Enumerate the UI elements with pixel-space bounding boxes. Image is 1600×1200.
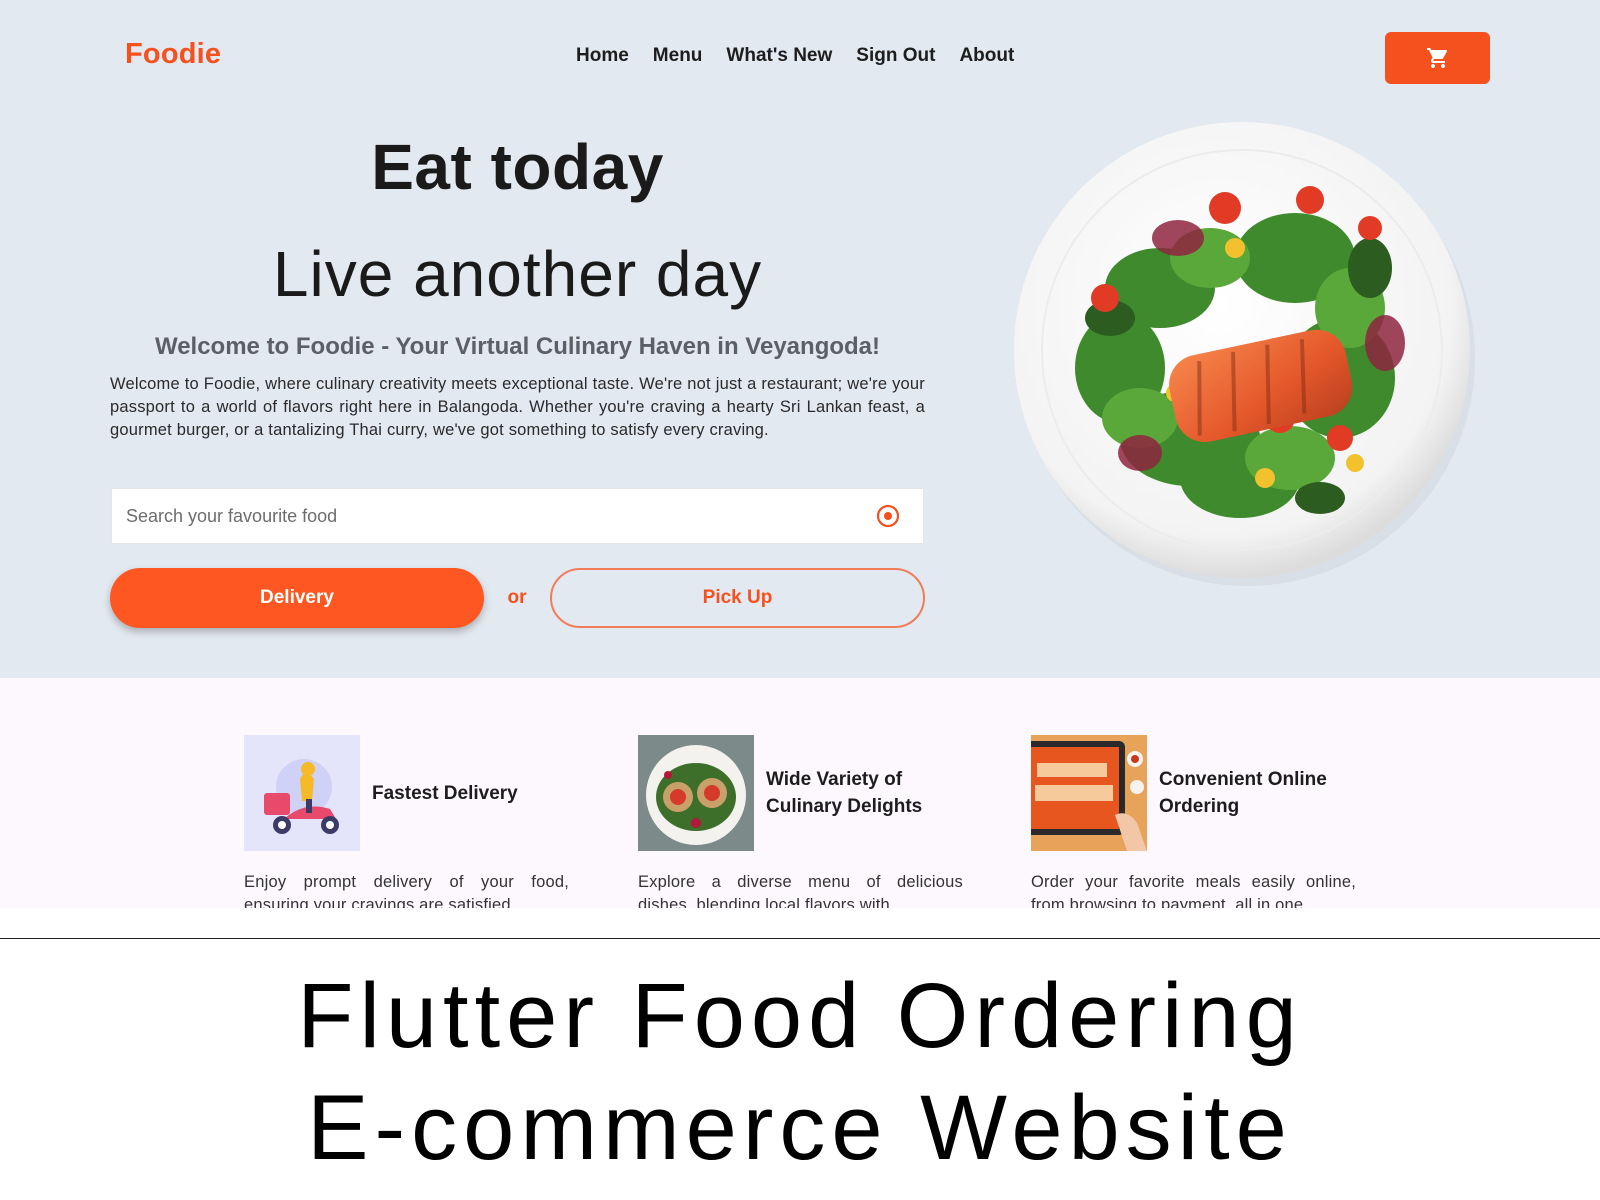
search-input[interactable] <box>126 505 875 527</box>
divider <box>0 938 1600 939</box>
main-nav: Home Menu What's New Sign Out About <box>576 45 1014 67</box>
order-online-tablet <box>1031 735 1147 851</box>
feature-text: Explore a diverse menu of delicious dish… <box>638 873 963 908</box>
brand-logo[interactable]: Foodie <box>125 38 221 71</box>
nav-home[interactable]: Home <box>576 45 629 67</box>
nav-sign-out[interactable]: Sign Out <box>856 45 935 67</box>
delivery-button[interactable]: Delivery <box>110 568 484 628</box>
or-separator: or <box>507 587 527 608</box>
hero-subline: Live another day <box>272 238 763 310</box>
pickup-button[interactable]: Pick Up <box>550 568 925 628</box>
caption-line-1: Flutter Food Ordering <box>297 965 1303 1067</box>
search-bar <box>111 488 924 544</box>
feature-title: Wide Variety of Culinary Delights <box>766 769 923 817</box>
cart-icon <box>1426 48 1447 68</box>
welcome-text: Welcome to Foodie, where culinary creati… <box>110 375 925 439</box>
delivery-scooter-illustration <box>244 735 360 851</box>
salmon-salad-plate-image <box>1010 118 1480 588</box>
food-dish-photo <box>638 735 754 851</box>
banner-caption: Flutter Food Ordering E-commerce Website <box>0 960 1600 1184</box>
target-icon[interactable] <box>875 503 901 529</box>
nav-whats-new[interactable]: What's New <box>726 45 832 67</box>
feature-title: Fastest Delivery <box>372 782 518 804</box>
feature-text: Order your favorite meals easily online,… <box>1031 873 1356 908</box>
features-section: Fastest Delivery Enjoy prompt delivery o… <box>0 678 1600 908</box>
feature-title: Convenient Online Ordering <box>1159 769 1327 817</box>
nav-about[interactable]: About <box>959 45 1014 67</box>
hero-section: Foodie Home Menu What's New Sign Out Abo… <box>0 0 1600 678</box>
nav-menu[interactable]: Menu <box>653 45 703 67</box>
feature-text: Enjoy prompt delivery of your food, ensu… <box>244 873 569 908</box>
cart-button[interactable] <box>1385 32 1490 84</box>
caption-line-2: E-commerce Website <box>307 1077 1293 1179</box>
hero-headline: Eat today <box>371 131 664 203</box>
welcome-title: Welcome to Foodie - Your Virtual Culinar… <box>154 333 881 360</box>
